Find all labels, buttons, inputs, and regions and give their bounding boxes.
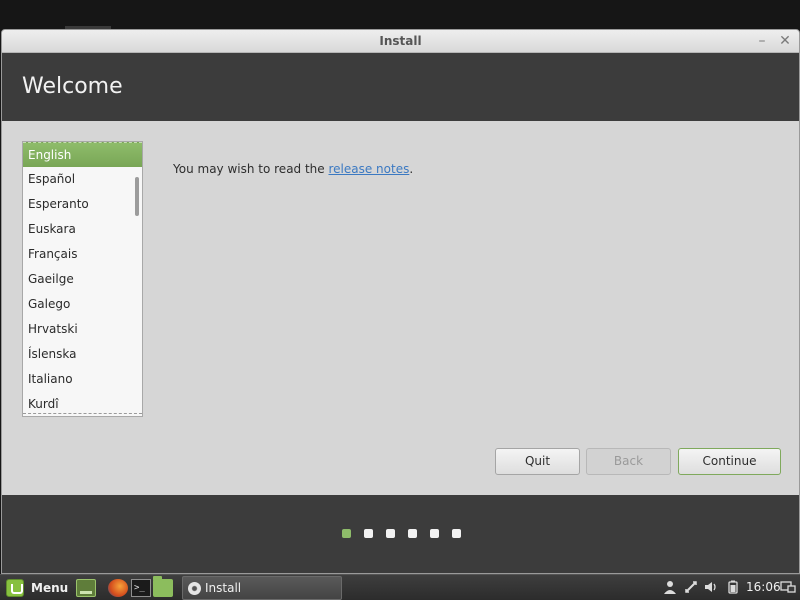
language-item[interactable]: Français	[23, 242, 142, 267]
language-item[interactable]: Gaeilge	[23, 267, 142, 292]
workspace-icon[interactable]	[780, 580, 796, 596]
release-notes-link[interactable]: release notes	[328, 162, 409, 176]
progress-dot	[386, 529, 395, 538]
clock[interactable]: 16:06	[746, 580, 781, 594]
back-button[interactable]: Back	[586, 448, 671, 475]
progress-dot	[430, 529, 439, 538]
minimize-icon[interactable]: –	[753, 32, 771, 50]
user-icon[interactable]	[662, 580, 678, 596]
language-item[interactable]: Íslenska	[23, 342, 142, 367]
language-list-scrollbar[interactable]	[135, 177, 139, 216]
disc-icon	[188, 582, 201, 595]
language-list-bottom-edge	[23, 413, 142, 416]
release-notes-prefix: You may wish to read the	[173, 162, 329, 176]
continue-button[interactable]: Continue	[678, 448, 781, 475]
show-desktop-icon[interactable]	[76, 579, 96, 597]
taskbar-window-label: Install	[205, 581, 242, 595]
firefox-icon[interactable]	[108, 579, 128, 597]
menu-label: Menu	[31, 581, 69, 595]
release-notes-text: You may wish to read the release notes.	[173, 162, 413, 176]
battery-icon[interactable]	[725, 580, 741, 596]
installer-window: Install – ✕ Welcome English Español Espera…	[1, 29, 800, 574]
files-icon[interactable]	[153, 576, 173, 597]
release-notes-suffix: .	[409, 162, 414, 176]
progress-dot	[408, 529, 417, 538]
mint-menu-icon	[6, 579, 24, 597]
progress-dot-active	[342, 529, 351, 538]
language-item[interactable]: Italiano	[23, 367, 142, 392]
progress-dot	[364, 529, 373, 538]
menu-button[interactable]: Menu	[4, 577, 70, 599]
window-title: Install	[379, 34, 422, 48]
language-item[interactable]: Hrvatski	[23, 317, 142, 342]
window-titlebar[interactable]: Install – ✕	[2, 30, 799, 53]
language-item-selected[interactable]: English	[23, 142, 142, 167]
progress-dot	[452, 529, 461, 538]
volume-icon[interactable]	[703, 580, 719, 596]
terminal-icon[interactable]: >_	[131, 579, 151, 597]
page-title: Welcome	[22, 74, 123, 99]
footer-band	[2, 495, 799, 573]
language-item[interactable]: Euskara	[23, 217, 142, 242]
quit-button[interactable]: Quit	[495, 448, 580, 475]
header-band: Welcome	[2, 53, 799, 121]
language-item[interactable]: Esperanto	[23, 192, 142, 217]
close-icon[interactable]: ✕	[776, 32, 794, 50]
taskbar-window-install[interactable]: Install	[182, 576, 342, 600]
language-item[interactable]: Galego	[23, 292, 142, 317]
network-icon[interactable]	[683, 580, 699, 596]
taskbar: Menu >_ Install 16:06	[0, 574, 800, 600]
language-item[interactable]: Español	[23, 167, 142, 192]
language-list[interactable]: English Español Esperanto Euskara Français Ga…	[22, 141, 143, 417]
